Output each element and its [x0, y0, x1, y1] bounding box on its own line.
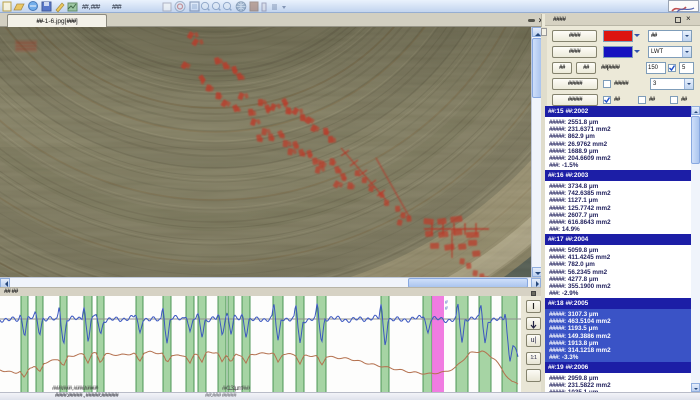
- svg-text:#: #: [445, 306, 448, 312]
- svg-text:## , ###: ## , ###: [82, 4, 100, 11]
- svg-text:###: ###: [112, 4, 122, 11]
